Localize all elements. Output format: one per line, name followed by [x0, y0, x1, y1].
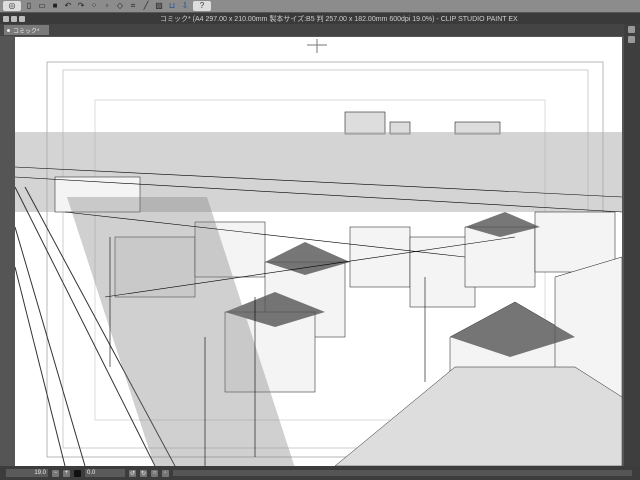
tab-dot-icon [7, 28, 10, 32]
zoom-in-icon[interactable]: + [63, 469, 70, 477]
crop-icon[interactable]: ⌗ [128, 1, 138, 11]
command-bar: ◎ ▯ ▭ ■ ↶ ↷ ⁘ ▫ ◇ ⌗ ╱ ▨ ⊔ ⇩ ? [0, 0, 640, 13]
rotate-right-icon[interactable]: ↻ [140, 469, 147, 477]
redo-icon[interactable]: ↷ [76, 1, 86, 11]
drawing-canvas[interactable] [15, 37, 622, 466]
title-bar: コミック* (A4 297.00 x 210.00mm 製本サイズ:B5 判 2… [0, 13, 640, 24]
window-title: コミック* (A4 297.00 x 210.00mm 製本サイズ:B5 判 2… [160, 15, 518, 23]
zoom-out-icon[interactable]: − [52, 469, 59, 477]
rotation-field[interactable]: 0.0 [85, 469, 125, 477]
snap-grid-icon[interactable]: ⊔ [167, 1, 177, 11]
vertical-scrollbar[interactable] [624, 24, 640, 466]
horizontal-scrollbar[interactable] [173, 470, 632, 476]
snap-ruler-icon[interactable]: ▨ [154, 1, 164, 11]
fill-icon[interactable]: ◇ [115, 1, 125, 11]
scroll-thumb[interactable] [628, 36, 635, 43]
undo-icon[interactable]: ↶ [63, 1, 73, 11]
scroll-up-icon[interactable] [628, 26, 635, 33]
transform-icon[interactable]: ⁘ [89, 1, 99, 11]
clip-studio-icon[interactable]: ◎ [3, 1, 21, 11]
snap-point-icon[interactable]: ⇩ [180, 1, 190, 11]
canvas-area[interactable] [0, 36, 624, 466]
help-icon[interactable]: ? [193, 1, 211, 11]
fit-icon[interactable] [74, 469, 81, 477]
open-icon[interactable]: ▭ [37, 1, 47, 11]
close-icon[interactable] [3, 15, 9, 22]
minimize-icon[interactable] [11, 15, 17, 22]
reset-rotation-icon[interactable]: ○ [151, 469, 158, 477]
window-controls[interactable] [0, 15, 160, 22]
rotate-left-icon[interactable]: ↺ [129, 469, 136, 477]
flip-icon[interactable]: ◦ [162, 469, 169, 477]
maximize-icon[interactable] [19, 15, 25, 22]
ruler-icon[interactable]: ╱ [141, 1, 151, 11]
save-icon[interactable]: ■ [50, 1, 60, 11]
zoom-field[interactable]: 19.0 [6, 469, 48, 477]
new-icon[interactable]: ▯ [24, 1, 34, 11]
city-illustration [15, 39, 622, 466]
tab-bar: コミック* [0, 24, 640, 36]
clear-icon[interactable]: ▫ [102, 1, 112, 11]
tab-comic[interactable]: コミック* [4, 25, 49, 35]
tab-label: コミック* [13, 28, 40, 35]
status-bar: 19.0 − + 0.0 ↺ ↻ ○ ◦ [0, 466, 640, 480]
